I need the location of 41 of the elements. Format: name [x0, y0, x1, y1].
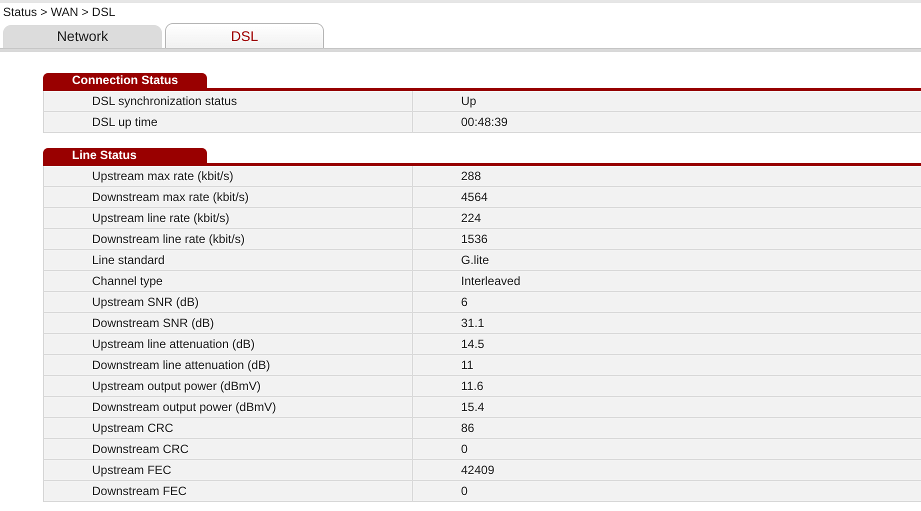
row-label: Downstream max rate (kbit/s) [92, 190, 249, 204]
row-value: 1536 [461, 232, 488, 246]
row-value: G.lite [461, 253, 490, 267]
row-value: 42409 [461, 463, 494, 477]
row-label: Downstream output power (dBmV) [92, 400, 276, 414]
tab[interactable]: Network [3, 25, 162, 48]
section-header: Connection Status [43, 73, 207, 88]
row-value: 31.1 [461, 316, 484, 330]
row-value: 4564 [461, 190, 488, 204]
row-label: Line standard [92, 253, 165, 267]
row-value: 14.5 [461, 337, 484, 351]
row-value: 00:48:39 [461, 115, 508, 129]
row-value: 15.4 [461, 400, 484, 414]
row-value: 288 [461, 169, 482, 183]
row-label: Downstream CRC [92, 442, 189, 456]
row-label: Upstream output power (dBmV) [92, 379, 261, 393]
row-label: DSL up time [92, 115, 158, 129]
section-header: Line Status [43, 148, 207, 163]
row-value: 11 [461, 358, 474, 372]
row-value: 0 [461, 484, 468, 498]
row-value: 6 [461, 295, 468, 309]
row-value: 86 [461, 421, 474, 435]
breadcrumb: Status > WAN > DSL [3, 5, 116, 19]
row-label: Upstream line attenuation (dB) [92, 337, 255, 351]
row-label: DSL synchronization status [92, 94, 237, 108]
row-label: Downstream line attenuation (dB) [92, 358, 270, 372]
row-value: Interleaved [461, 274, 520, 288]
row-label: Upstream max rate (kbit/s) [92, 169, 234, 183]
row-value: Up [461, 94, 476, 108]
row-label: Upstream line rate (kbit/s) [92, 211, 230, 225]
row-label: Downstream FEC [92, 484, 187, 498]
row-label: Channel type [92, 274, 163, 288]
row-value: 224 [461, 211, 482, 225]
tab[interactable]: DSL [165, 23, 324, 48]
row-label: Downstream line rate (kbit/s) [92, 232, 245, 246]
row-label: Downstream SNR (dB) [92, 316, 214, 330]
row-label: Upstream CRC [92, 421, 174, 435]
row-value: 11.6 [461, 379, 484, 393]
row-label: Upstream FEC [92, 463, 172, 477]
row-value: 0 [461, 442, 468, 456]
row-label: Upstream SNR (dB) [92, 295, 199, 309]
